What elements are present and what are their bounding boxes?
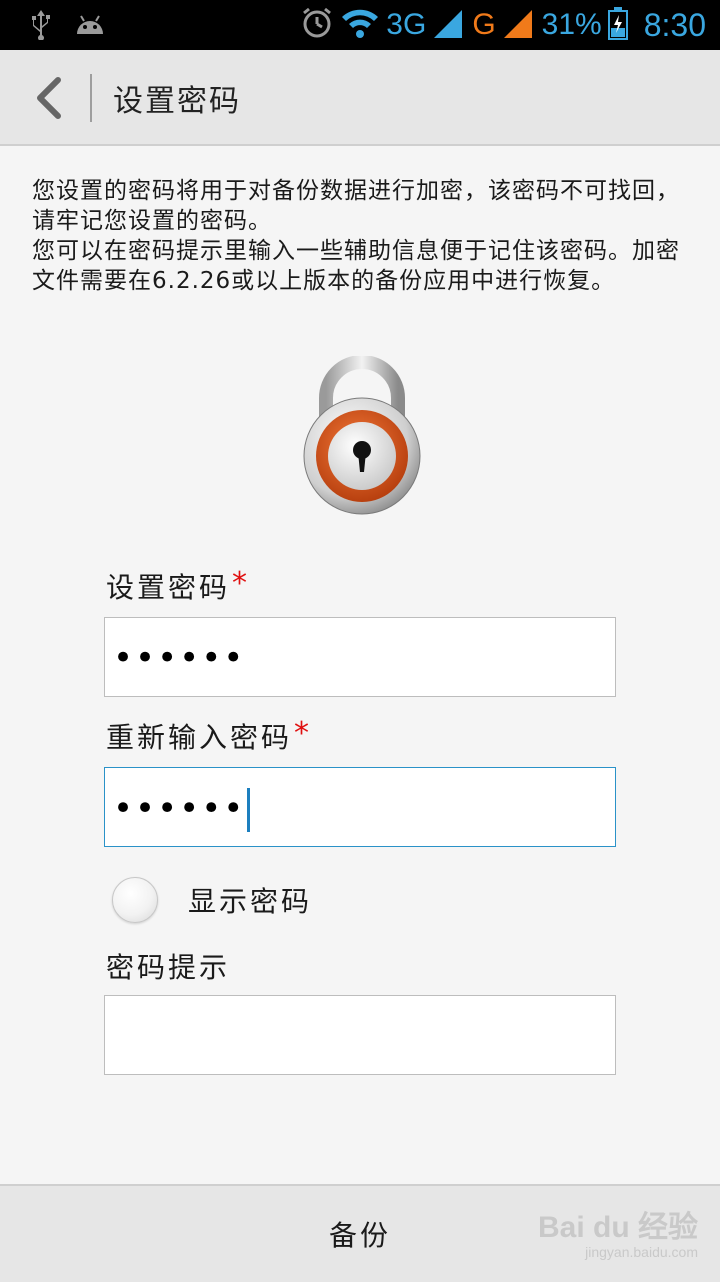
battery-percent: 31% xyxy=(541,8,602,41)
header-divider xyxy=(90,74,92,122)
padlock-icon xyxy=(300,355,424,518)
clock: 8:30 xyxy=(643,6,706,43)
confirm-password-value: •••••• xyxy=(113,788,251,832)
network-type-3g: 3G xyxy=(386,8,427,41)
alarm-icon xyxy=(300,6,334,45)
text-caret xyxy=(247,788,251,832)
android-icon xyxy=(74,10,106,42)
description-text: 您设置的密码将用于对备份数据进行加密，该密码不可找回，请牢记您设置的密码。 您可… xyxy=(32,176,692,296)
watermark-url: jingyan.baidu.com xyxy=(585,1244,698,1260)
back-button[interactable] xyxy=(26,70,76,126)
description-line-2: 您可以在密码提示里输入一些辅助信息便于记住该密码。加密文件需要在6.2.26或以… xyxy=(32,238,680,294)
page-title: 设置密码 xyxy=(113,84,241,119)
required-mark: * xyxy=(232,566,251,601)
wifi-icon xyxy=(340,7,380,44)
usb-icon xyxy=(28,8,54,44)
signal-icon xyxy=(432,6,466,45)
chevron-left-icon xyxy=(37,77,61,119)
password-hint-input[interactable] xyxy=(104,995,616,1075)
action-bar: 设置密码 xyxy=(0,50,720,146)
show-password-label: 显示密码 xyxy=(188,885,313,918)
watermark: Bai du 经验 jingyan.baidu.com xyxy=(538,1202,698,1260)
show-password-checkbox[interactable] xyxy=(112,877,158,923)
password-input[interactable]: •••••• xyxy=(104,617,616,697)
watermark-logo: Bai du 经验 xyxy=(537,1211,698,1244)
confirm-password-input[interactable]: •••••• xyxy=(104,767,616,847)
required-mark: * xyxy=(294,716,313,751)
signal-icon xyxy=(502,6,536,45)
battery-icon xyxy=(607,6,628,45)
bottom-bar: 备份 Bai du 经验 jingyan.baidu.com xyxy=(0,1184,720,1282)
password-value: •••••• xyxy=(113,638,246,678)
description-line-1: 您设置的密码将用于对备份数据进行加密，该密码不可找回，请牢记您设置的密码。 xyxy=(32,178,680,234)
status-bar: 3G G 31% 8:30 xyxy=(0,0,720,50)
password-label: 设置密码* xyxy=(106,566,251,604)
password-hint-label: 密码提示 xyxy=(106,951,231,984)
confirm-password-label: 重新输入密码* xyxy=(106,716,313,754)
network-type-g: G xyxy=(472,8,496,41)
show-password-row[interactable]: 显示密码 xyxy=(112,876,312,924)
